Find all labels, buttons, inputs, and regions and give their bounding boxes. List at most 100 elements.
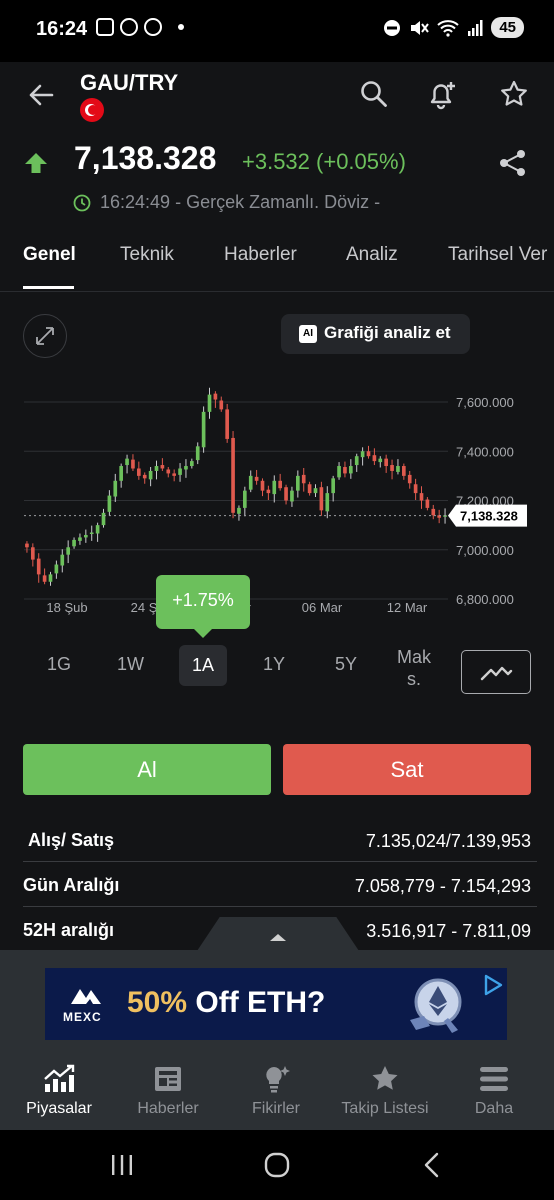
- candle-body: [207, 394, 212, 412]
- sell-button[interactable]: Sat: [283, 744, 531, 795]
- range-1a[interactable]: 1A: [179, 645, 228, 686]
- candle-body: [160, 465, 165, 469]
- candle-body: [419, 493, 424, 501]
- ai-badge-icon: AI: [299, 325, 317, 343]
- nav-label: Haberler: [137, 1100, 199, 1117]
- candle-body: [60, 554, 65, 566]
- system-navigation-bar: [0, 1130, 554, 1200]
- home-icon[interactable]: [264, 1152, 290, 1178]
- mexc-logo-icon: [71, 989, 101, 1004]
- line-chart-icon: [480, 666, 513, 681]
- chart-type-button[interactable]: [461, 650, 531, 694]
- up-arrow-icon: [25, 153, 47, 173]
- recent-apps-icon[interactable]: [110, 1154, 134, 1176]
- candle-body: [319, 487, 324, 511]
- candle-body: [89, 532, 94, 535]
- candle-body: [354, 456, 359, 466]
- stat-row-bid-ask: Alış/ Satış 7.135,024/7.139,953: [23, 818, 537, 862]
- range-1w[interactable]: 1W: [117, 654, 144, 675]
- share-icon[interactable]: [498, 148, 528, 178]
- candlestick-chart[interactable]: 7,600.0007,400.0007,200.0007,000.0006,80…: [0, 372, 554, 622]
- adchoices-icon[interactable]: [482, 974, 504, 996]
- x-tick-label: 12 Mar: [387, 600, 428, 615]
- last-price: 7,138.328: [74, 140, 217, 176]
- nav-daha[interactable]: Daha: [439, 1064, 549, 1126]
- eth-coin-art-icon: [410, 978, 462, 1033]
- markets-chart-icon: [44, 1064, 75, 1092]
- candle-body: [301, 474, 306, 484]
- candle-body: [390, 465, 394, 471]
- y-tick-label: 6,800.000: [456, 592, 514, 607]
- ad-brand: MEXC: [63, 1010, 102, 1024]
- add-alert-bell-icon[interactable]: [426, 78, 458, 110]
- menu-icon: [480, 1067, 508, 1091]
- dnd-icon: [384, 19, 401, 36]
- candle-body: [307, 484, 312, 494]
- chart-last-price: 7,138.328: [24, 504, 527, 527]
- instrument-symbol: GAU/TRY: [80, 70, 179, 95]
- ad-collapse-handle[interactable]: [197, 917, 359, 951]
- candle-body: [137, 468, 141, 476]
- section-tabs: Genel Teknik Haberler Analiz Tarihsel Ve…: [0, 230, 554, 292]
- analyze-chart-label: Grafiği analiz et: [324, 323, 451, 342]
- tab-genel[interactable]: Genel: [23, 244, 76, 266]
- range-1y[interactable]: 1Y: [263, 654, 285, 675]
- period-change-value: +1.75%: [172, 590, 234, 610]
- range-max[interactable]: Mak s.: [392, 646, 436, 690]
- fullscreen-button[interactable]: [23, 314, 67, 358]
- ad-headline: 50% Off ETH?: [127, 986, 326, 1019]
- tab-tarihsel-veriler[interactable]: Tarihsel Ver: [448, 244, 547, 266]
- top-app-bar: GAU/TRY: [0, 62, 554, 130]
- battery-indicator: 45: [491, 17, 524, 38]
- range-5y[interactable]: 5Y: [335, 654, 357, 675]
- nav-piyasalar[interactable]: Piyasalar: [4, 1064, 114, 1126]
- stat-label: 52H aralığı: [23, 920, 115, 940]
- more-notifications-icon: [178, 24, 184, 30]
- lightbulb-icon: [266, 1066, 290, 1093]
- analyze-chart-button[interactable]: AI Grafiği analiz et: [281, 314, 470, 354]
- candle-body: [343, 467, 347, 474]
- candle-body: [237, 507, 241, 514]
- status-bar: 16:24 45: [0, 0, 554, 62]
- candle-body: [349, 466, 353, 474]
- candle-body: [243, 490, 247, 508]
- candle-body: [84, 534, 88, 538]
- candle-body: [107, 495, 112, 512]
- y-tick-label: 7,400.000: [456, 444, 514, 459]
- tab-teknik[interactable]: Teknik: [120, 244, 174, 266]
- candle-body: [396, 466, 400, 472]
- ad-banner[interactable]: MEXC 50% Off ETH?: [45, 968, 507, 1040]
- nav-fikirler[interactable]: Fikirler: [221, 1064, 331, 1126]
- tab-haberler[interactable]: Haberler: [224, 244, 297, 266]
- wifi-icon: [437, 19, 459, 37]
- candle-body: [54, 564, 59, 574]
- nav-label: Fikirler: [252, 1100, 300, 1117]
- candle-body: [172, 473, 176, 476]
- nav-takip-listesi[interactable]: Takip Listesi: [330, 1064, 440, 1126]
- search-icon[interactable]: [358, 78, 390, 110]
- buy-button[interactable]: Al: [23, 744, 271, 795]
- tab-analiz[interactable]: Analiz: [346, 244, 398, 266]
- mute-icon: [411, 20, 430, 35]
- star-icon[interactable]: [498, 78, 530, 110]
- system-back-icon[interactable]: [422, 1152, 442, 1178]
- candle-body: [266, 489, 271, 494]
- notification-icons: [96, 18, 184, 36]
- nav-haberler[interactable]: Haberler: [113, 1064, 223, 1126]
- range-1g[interactable]: 1G: [47, 654, 71, 675]
- candle-body: [260, 480, 265, 491]
- candle-body: [278, 480, 282, 489]
- quote-header: 7,138.328 +3.532 (+0.05%) 16:24:49 - Ger…: [0, 130, 554, 230]
- candle-body: [248, 475, 253, 490]
- signal-icon: [468, 19, 483, 36]
- bottom-navigation: Piyasalar Haberler Fikirler Takip Listes…: [0, 1058, 554, 1130]
- stat-label: Alış/ Satış: [28, 830, 115, 850]
- realtime-timestamp: 16:24:49 - Gerçek Zamanlı. Döviz -: [100, 192, 381, 212]
- candle-body: [425, 499, 430, 508]
- candle-body: [372, 455, 377, 462]
- candle-body: [337, 466, 341, 478]
- x-tick-label: 06 Mar: [302, 600, 343, 615]
- back-arrow-icon[interactable]: [26, 80, 56, 110]
- candle-body: [36, 558, 41, 575]
- x-tick-label: 18 Şub: [46, 600, 87, 615]
